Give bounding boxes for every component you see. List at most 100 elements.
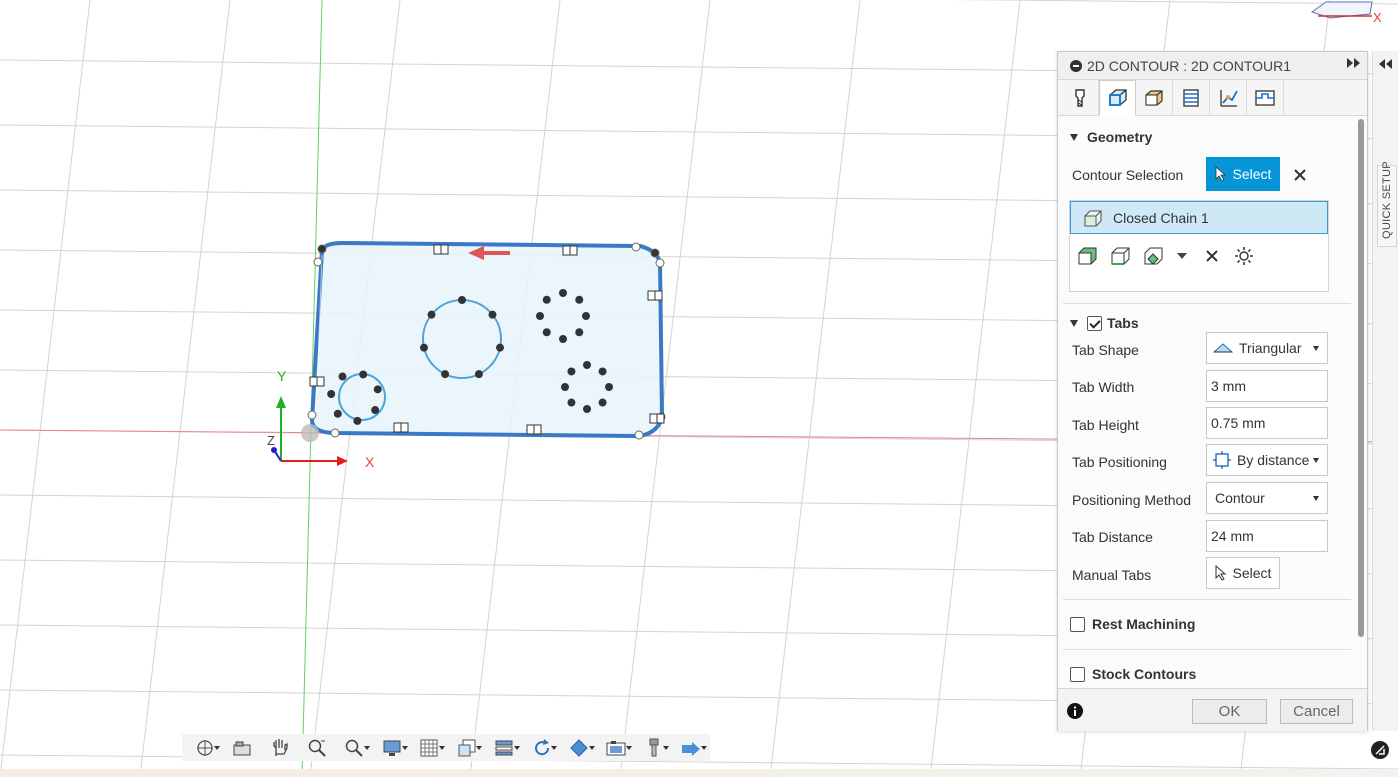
home-view-icon [233,741,251,755]
grid-line-h [948,0,1398,5]
home-view-tool[interactable] [223,736,260,760]
tab-linking[interactable] [1210,80,1247,115]
stock-contours-label: Stock Contours [1092,666,1197,682]
tab-heights[interactable] [1136,80,1173,115]
feature-point [474,370,483,379]
triangular-tab-icon [1213,343,1233,353]
viewports-tool[interactable] [448,736,485,760]
viewcube-x-label: X [1373,10,1382,25]
manual-tabs-label: Manual Tabs [1072,567,1152,583]
tool-library-tool[interactable] [635,736,672,760]
expand-right-icon[interactable] [1347,58,1361,68]
tab-geometry[interactable] [1099,80,1136,116]
cancel-button[interactable]: Cancel [1280,699,1353,724]
display-settings-tool[interactable] [373,736,410,760]
dialog-header[interactable]: 2D CONTOUR : 2D CONTOUR1 [1058,52,1367,80]
feature-point [583,405,591,413]
section-divider [1063,649,1351,650]
add-face-icon[interactable] [1076,245,1100,267]
rest-machining-row[interactable]: Rest Machining [1058,606,1195,642]
collapse-left-icon[interactable] [1379,59,1393,69]
navigation-toolbar [182,734,710,761]
add-edge-icon[interactable] [1109,245,1133,267]
gear-icon[interactable] [1234,246,1254,266]
zoom-window-tool[interactable] [336,736,373,760]
rotate-tool[interactable] [523,736,560,760]
tabs-section-header[interactable]: Tabs [1058,305,1139,341]
remove-chain-icon[interactable] [1206,250,1218,262]
tab-tabs[interactable] [1247,80,1284,115]
clear-selection-icon[interactable] [1294,169,1306,181]
tab-tool[interactable] [1062,80,1099,115]
tab-positioning-select[interactable]: By distance [1206,444,1328,476]
visual-style-tool[interactable] [560,736,597,760]
zoom-icon [308,739,326,757]
feature-point [561,383,569,391]
dropdown-caret-icon [1313,458,1319,463]
feature-point [359,370,368,379]
section-tool[interactable] [485,736,522,760]
tab-width-input[interactable]: 3 mm [1206,370,1328,402]
quick-setup-tab[interactable]: QUICK SETUP [1377,161,1397,247]
passes-icon [1183,88,1199,107]
feature-point [567,367,576,376]
feature-point [427,310,436,319]
rest-machining-label: Rest Machining [1092,616,1196,632]
dropdown-caret-icon [1313,496,1319,501]
feature-point [458,296,466,304]
capture-icon [606,740,626,755]
tab-height-label: Tab Height [1072,417,1139,433]
tool-icon [1075,88,1085,107]
viewports-icon [458,739,476,756]
feature-point [496,343,505,352]
feature-point [353,416,362,425]
stock-contours-checkbox[interactable] [1070,666,1085,682]
positioning-method-select[interactable]: Contour [1206,482,1328,514]
capture-tool[interactable] [598,736,635,760]
rest-machining-checkbox[interactable] [1070,616,1085,632]
part-model[interactable] [307,240,666,440]
y-axis-label: Y [277,368,287,384]
linking-icon [1220,89,1238,107]
tab-distance-input[interactable]: 24 mm [1206,520,1328,552]
section-divider [1063,303,1351,304]
chain-list-item[interactable]: Closed Chain 1 [1070,201,1328,234]
tab-shape-select[interactable]: Triangular [1206,332,1328,364]
simulate-icon [682,741,701,756]
manual-tabs-button-label: Select [1232,565,1272,581]
ok-button[interactable]: OK [1192,699,1267,724]
tab-passes[interactable] [1173,80,1210,115]
section-divider [1063,599,1351,600]
collapse-dialog-icon[interactable] [1070,59,1082,72]
grid-line-v [929,0,1021,777]
orbit-icon [196,739,213,756]
chevron-down-icon[interactable] [1174,251,1190,261]
status-strip [0,769,1398,777]
contour-select-button[interactable]: Select [1206,157,1280,191]
viewcube[interactable] [1310,1,1373,19]
tabs-checkbox[interactable] [1087,315,1102,331]
orbit-tool[interactable] [186,736,223,760]
rotate-icon [534,738,549,755]
grid-tool[interactable] [411,736,448,760]
pan-tool[interactable] [261,736,298,760]
select-button-label: Select [1232,166,1272,182]
z-axis-label: Z [267,433,275,448]
feature-point [575,295,584,304]
dialog-scrollbar[interactable] [1358,119,1364,637]
tab-height-input[interactable]: 0.75 mm [1206,407,1328,439]
notification-icon[interactable] [1370,740,1390,760]
visual-style-icon [570,738,588,757]
zoom-tool[interactable] [298,736,335,760]
dropdown-caret-icon [1313,346,1319,351]
add-sketch-icon[interactable] [1142,245,1166,267]
geometry-section-header[interactable]: Geometry [1058,119,1152,155]
simulate-tool[interactable] [672,736,709,760]
info-icon[interactable] [1067,703,1083,719]
manual-tabs-select-button[interactable]: Select [1206,557,1280,589]
tab-shape-value: Triangular [1239,340,1302,356]
grid-line-v [139,0,231,777]
grid-line-v [769,0,861,777]
stock-contours-row[interactable]: Stock Contours [1058,656,1196,688]
feature-point [567,398,576,407]
